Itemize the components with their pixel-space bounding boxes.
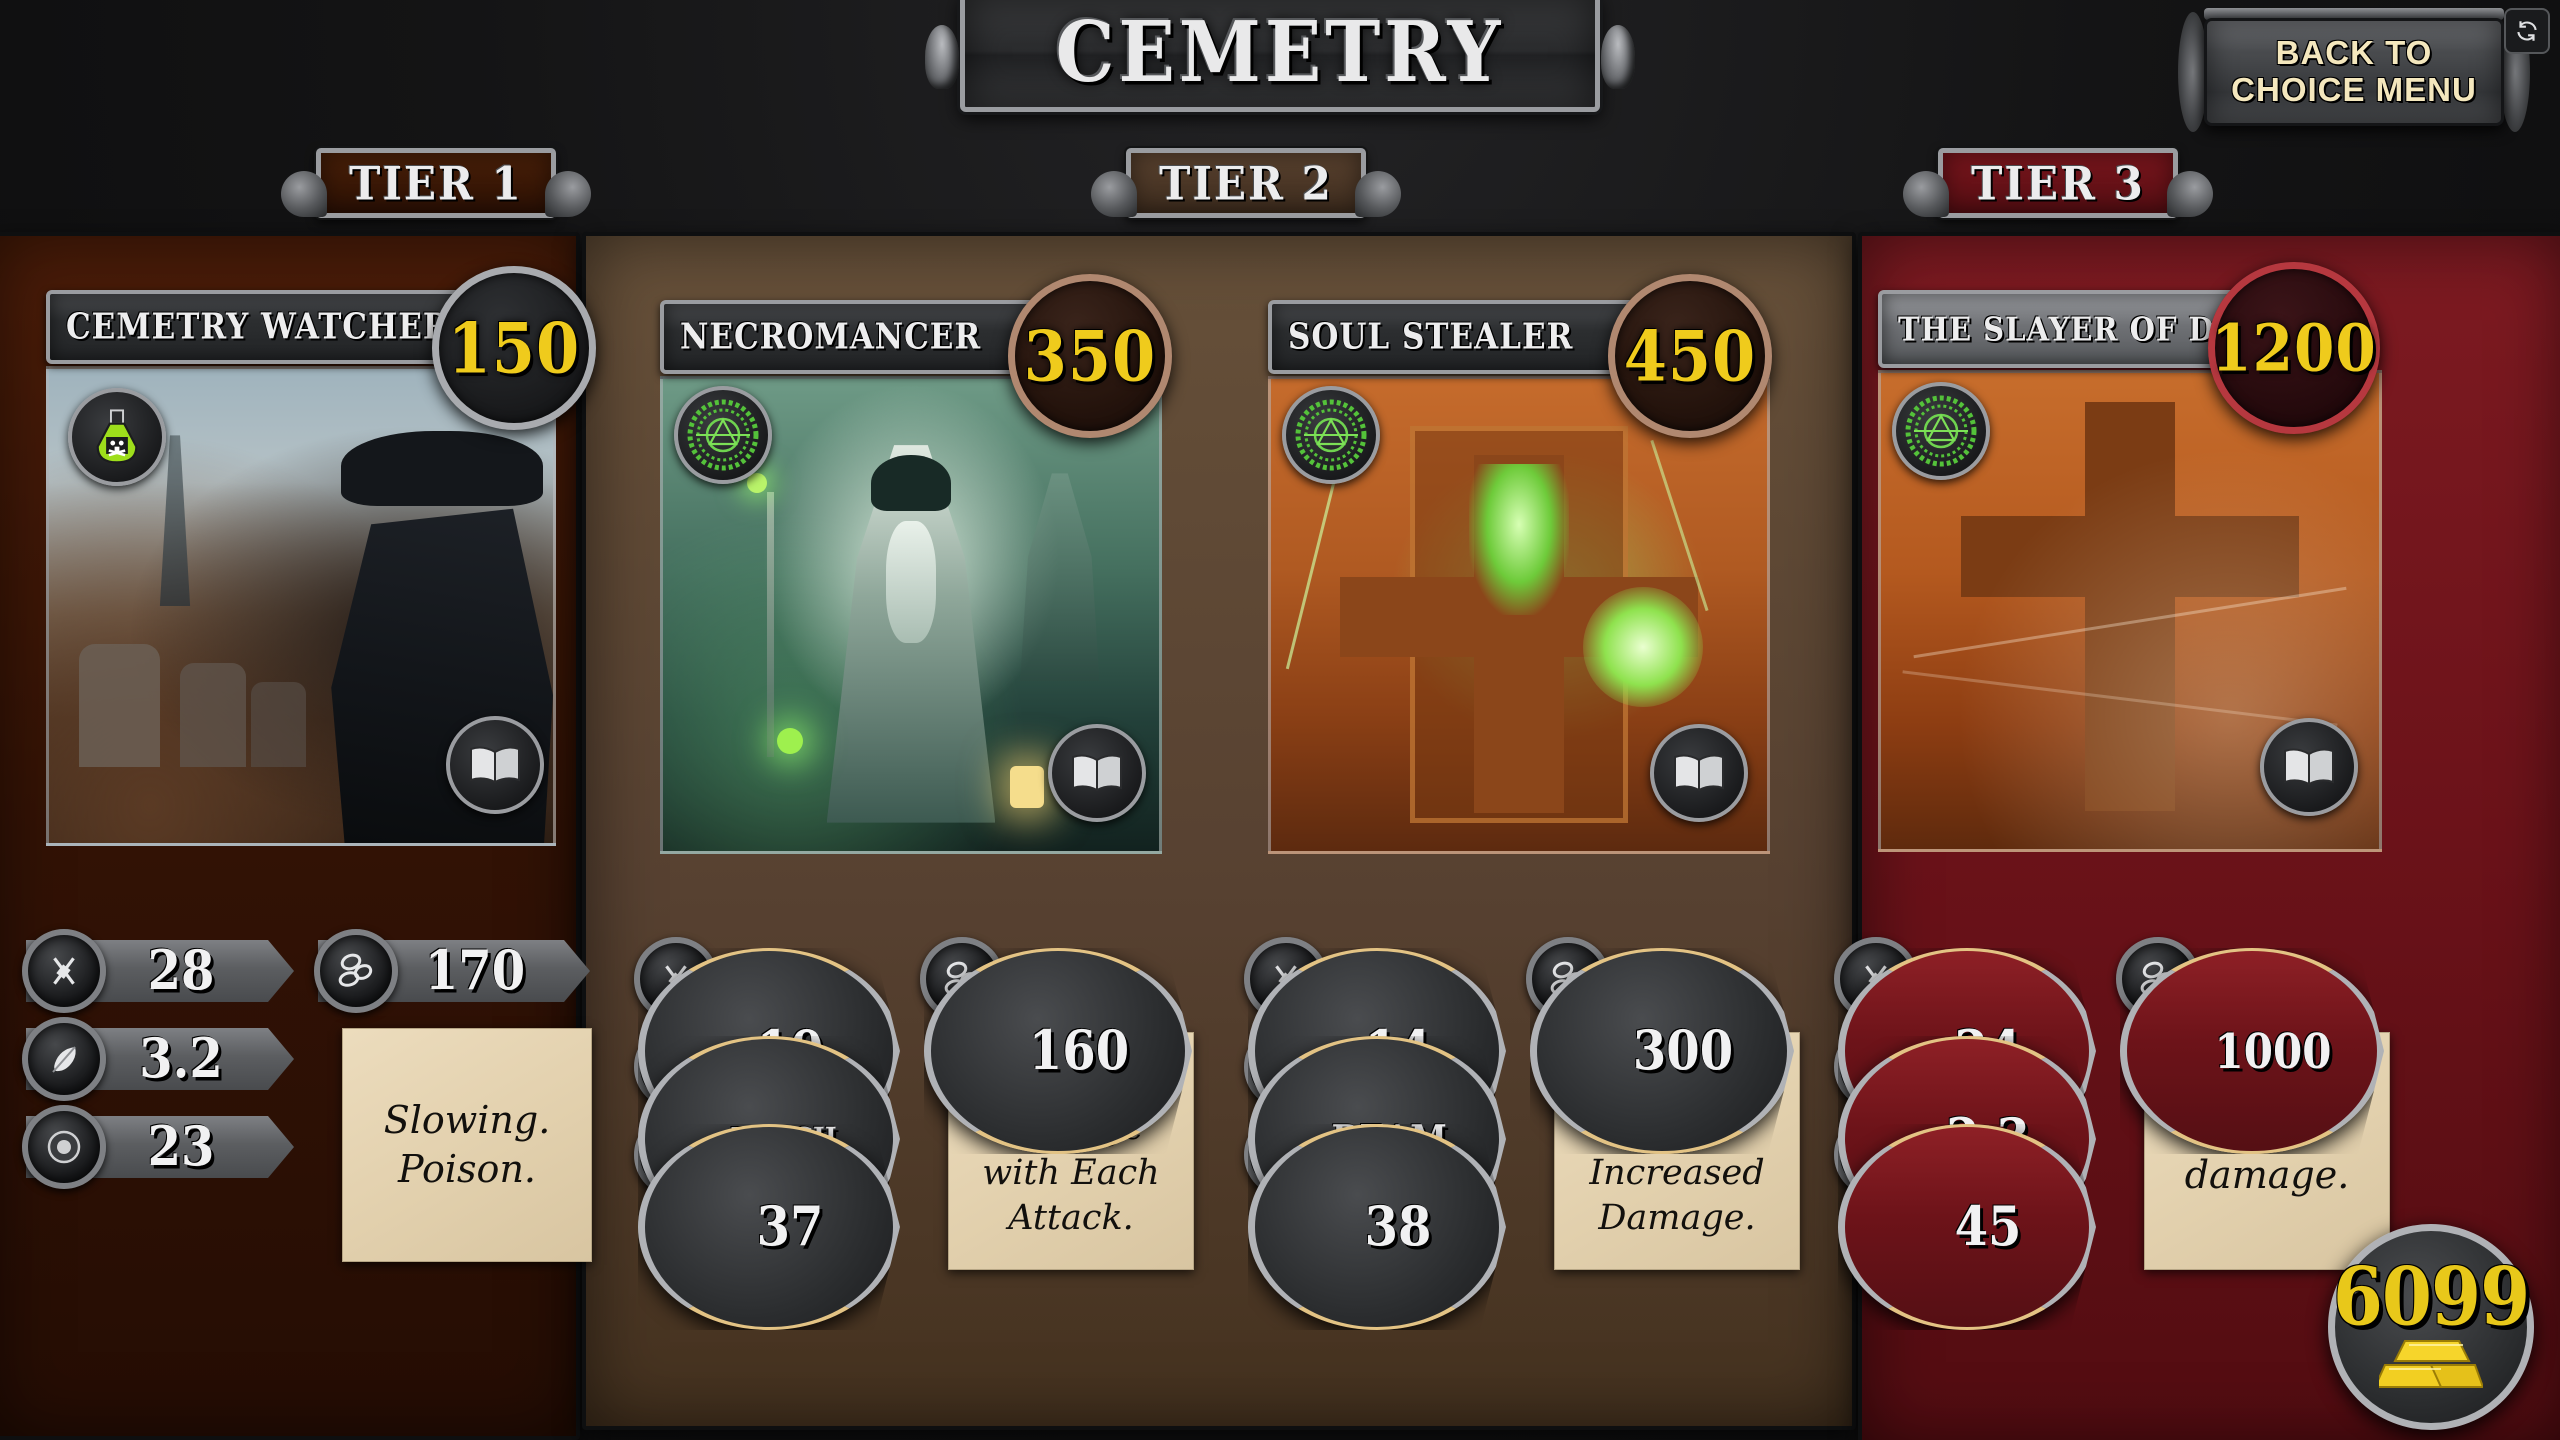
card-3-range-value: 38 <box>1364 1195 1432 1259</box>
tier-label-2: TIER 2 <box>1091 148 1401 218</box>
page-title-plaque: CEMETRY <box>925 0 1635 112</box>
back-to-choice-menu-button[interactable]: BACK TO CHOICE MENU <box>2204 18 2504 126</box>
card-4-cost: 1200 <box>2211 309 2377 387</box>
card-4-price-banner: 1000 <box>2120 948 2384 1154</box>
card-1-poison-flask-icon <box>68 388 166 486</box>
card-2-green-rune-circle-icon <box>674 386 772 484</box>
card-3-range-banner: 38 <box>1248 1124 1506 1330</box>
tier-2-ornament-right <box>1355 171 1401 217</box>
card-4-name-plate: THE SLAYER OF DEATH <box>1878 290 2310 368</box>
card-1-description: Slowing. Poison. <box>383 1098 551 1191</box>
shield-boss-icon <box>22 1105 106 1189</box>
card-3-price-banner: 300 <box>1530 948 1794 1154</box>
card-2-book-icon[interactable] <box>1048 724 1146 822</box>
tier-3-text: TIER 3 <box>1971 156 2145 210</box>
stones-icon <box>314 929 398 1013</box>
card-2-cost-coin: 350 <box>1008 274 1172 438</box>
card-3-book-icon[interactable] <box>1650 724 1748 822</box>
tier-2-text: TIER 2 <box>1159 156 1333 210</box>
tier-1-ornament-right <box>545 171 591 217</box>
card-3-price-value: 300 <box>1632 1019 1734 1083</box>
gold-amount: 6099 <box>2332 1249 2530 1344</box>
card-1-cost: 150 <box>447 307 581 389</box>
tier-1-ornament-left <box>281 171 327 217</box>
cemetry-shop-screen: CEMETRY BACK TO CHOICE MENU TIER 1 TIER … <box>0 0 2560 1440</box>
card-3-name: SOUL STEALER <box>1288 316 1574 358</box>
card-2-range-value: 37 <box>756 1195 824 1259</box>
card-2-price-banner: 160 <box>924 948 1192 1154</box>
tier-3-ornament-left <box>1903 171 1949 217</box>
tier-label-1: TIER 1 <box>281 148 591 218</box>
card-1-book-icon[interactable] <box>446 716 544 814</box>
card-3-cost-coin: 450 <box>1608 274 1772 438</box>
card-4-range-value: 45 <box>1954 1195 2022 1259</box>
tier-label-3: TIER 3 <box>1903 148 2213 218</box>
tier-1-text: TIER 1 <box>349 156 523 210</box>
card-2-name: NECROMANCER <box>680 316 982 358</box>
card-3-name-plate: SOUL STEALER <box>1268 300 1640 374</box>
card-3-cost: 450 <box>1623 315 1757 397</box>
card-3-green-rune-circle-icon <box>1282 386 1380 484</box>
tier-2-ornament-left <box>1091 171 1137 217</box>
back-button-line2: CHOICE MENU <box>2231 71 2477 108</box>
card-2-name-plate: NECROMANCER <box>660 300 1040 374</box>
card-2-range-banner: 37 <box>638 1124 900 1330</box>
back-button-line1: BACK TO <box>2275 34 2433 72</box>
gold-counter: 6099 <box>2328 1224 2534 1430</box>
card-4-green-rune-circle-icon <box>1892 382 1990 480</box>
page-title: CEMETRY <box>1055 4 1505 102</box>
card-2-price-value: 160 <box>1028 1019 1130 1083</box>
card-1-name: CEMETRY WATCHER <box>66 306 450 348</box>
card-2-cost: 350 <box>1023 315 1157 397</box>
tier-3-ornament-right <box>2167 171 2213 217</box>
card-4-cost-coin: 1200 <box>2208 262 2380 434</box>
card-4-price-value: 1000 <box>2214 1023 2332 1079</box>
feather-icon <box>22 1017 106 1101</box>
card-1-cost-coin: 150 <box>432 266 596 430</box>
rotate-icon[interactable] <box>2504 8 2550 54</box>
card-1-description-scroll: Slowing. Poison. <box>342 1028 592 1262</box>
card-4-book-icon[interactable] <box>2260 718 2358 816</box>
card-1-name-plate: CEMETRY WATCHER <box>46 290 466 364</box>
card-4-range-banner: 45 <box>1838 1124 2096 1330</box>
dagger-icon <box>22 929 106 1013</box>
